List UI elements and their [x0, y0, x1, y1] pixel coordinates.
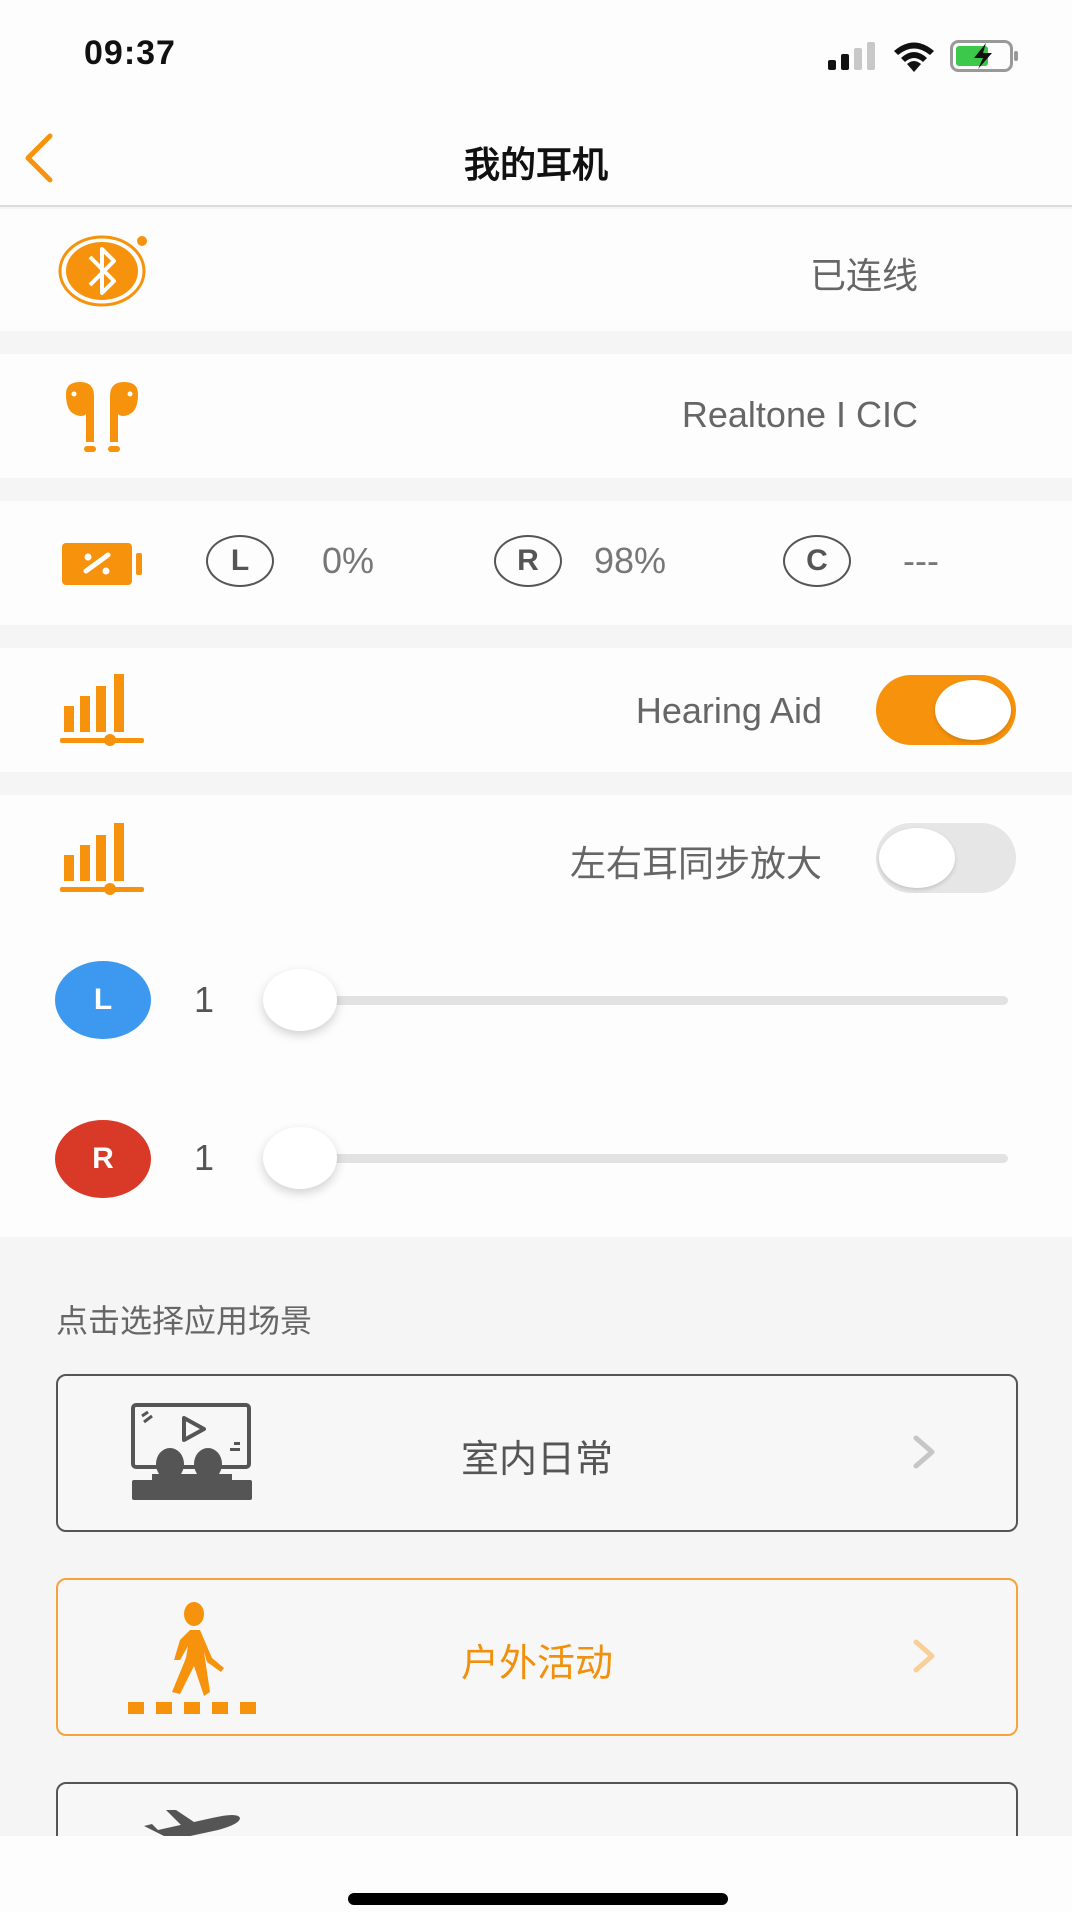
left-volume-slider[interactable]	[300, 996, 1008, 1005]
scene-card-outdoor[interactable]: 户外活动	[56, 1578, 1018, 1736]
status-bar: 09:37	[0, 0, 1072, 110]
chevron-right-icon	[913, 1435, 935, 1469]
toggle-knob	[879, 828, 955, 888]
bluetooth-icon	[58, 235, 147, 307]
battery-right: R 98%	[494, 535, 666, 587]
home-indicator[interactable]	[348, 1893, 728, 1905]
hearing-aid-label: Hearing Aid	[635, 690, 822, 731]
battery-charging-icon	[950, 40, 1018, 72]
right-ear-label: R	[494, 535, 562, 587]
amplifier-icon	[60, 674, 144, 746]
left-volume-thumb[interactable]	[263, 969, 337, 1031]
battery-row: L 0% R 98% C ---	[0, 501, 1072, 625]
left-ear-badge: L	[55, 961, 151, 1039]
right-volume-thumb[interactable]	[263, 1127, 337, 1189]
device-name: Realtone I CIC	[681, 394, 918, 435]
battery-left: L 0%	[206, 535, 374, 587]
hearing-aid-row: Hearing Aid	[0, 648, 1072, 772]
scene-label: 室内日常	[460, 1439, 613, 1481]
status-icons	[828, 40, 1020, 72]
sync-amplify-label: 左右耳同步放大	[569, 843, 822, 884]
right-ear-badge: R	[55, 1120, 151, 1198]
scene-section-label: 点击选择应用场景	[56, 1303, 313, 1339]
case-battery-value: ---	[903, 540, 939, 581]
chevron-right-icon	[913, 1639, 935, 1673]
device-row: Realtone I CIC	[0, 354, 1072, 478]
scene-label: 户外活动	[460, 1643, 613, 1685]
left-battery-value: 0%	[322, 540, 375, 581]
connection-status: 已连线	[809, 255, 918, 296]
amplifier-icon	[60, 823, 144, 895]
navigation-bar: 我的耳机	[0, 110, 1072, 207]
right-battery-value: 98%	[594, 540, 667, 581]
right-volume-value: 1	[194, 1137, 215, 1178]
toggle-knob	[935, 680, 1011, 740]
left-volume-value: 1	[194, 979, 215, 1020]
battery-case: C ---	[783, 535, 939, 587]
case-label: C	[783, 535, 851, 587]
battery-percent-icon	[62, 543, 142, 585]
page-title: 我的耳机	[463, 144, 608, 185]
connection-row: 已连线	[0, 209, 1072, 331]
earbuds-icon	[66, 382, 138, 452]
left-ear-label: L	[206, 535, 274, 587]
right-volume-slider[interactable]	[300, 1154, 1008, 1163]
amplify-section: 左右耳同步放大 L 1 R 1	[0, 795, 1072, 1237]
hearing-aid-toggle[interactable]	[876, 675, 1016, 745]
sync-amplify-toggle[interactable]	[876, 823, 1016, 893]
cellular-signal-icon	[828, 42, 875, 70]
wifi-icon	[894, 42, 934, 72]
status-time: 09:37	[84, 34, 176, 72]
scene-card-indoor[interactable]: 室内日常	[56, 1374, 1018, 1532]
